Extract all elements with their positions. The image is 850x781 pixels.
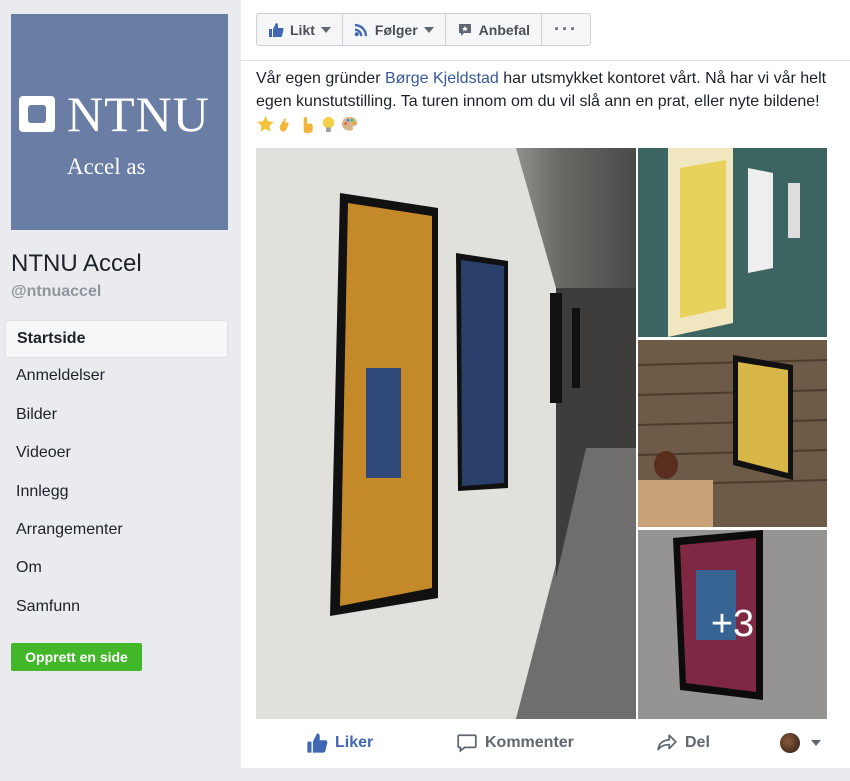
ntnu-logo: NTNU: [19, 86, 210, 142]
nav-item-arrangementer[interactable]: Arrangementer: [5, 512, 228, 550]
nav-item-innlegg[interactable]: Innlegg: [5, 474, 228, 512]
star-icon: [257, 116, 274, 132]
thumbs-up-icon: [269, 22, 284, 37]
comment-label: Kommenter: [485, 734, 574, 751]
rss-icon: [354, 23, 368, 37]
comment-button[interactable]: Kommenter: [456, 732, 574, 754]
nav-item-om[interactable]: Om: [5, 550, 228, 588]
wood-wall-illustration: [638, 340, 827, 527]
more-photos-count: +3: [710, 603, 755, 645]
logo-text: NTNU: [67, 86, 210, 142]
share-button[interactable]: Del: [656, 732, 710, 754]
photo-teal-wall-art[interactable]: [638, 148, 827, 337]
share-label: Del: [685, 734, 710, 751]
thumbs-up-icon: [307, 733, 328, 753]
left-column: NTNU Accel as NTNU Accel @ntnuaccel Star…: [0, 0, 240, 781]
create-page-button[interactable]: Opprett en side: [11, 643, 142, 671]
palette-icon: [341, 117, 358, 131]
photo-wood-wall-art[interactable]: [638, 340, 827, 527]
page-actions: Likt Følger Anbefal ···: [256, 13, 591, 46]
like-label: Liker: [335, 734, 374, 751]
recommend-icon: [458, 23, 471, 36]
photo-grid: +3: [256, 148, 828, 719]
nav-item-samfunn[interactable]: Samfunn: [5, 589, 228, 627]
nav-item-videoer[interactable]: Videoer: [5, 435, 228, 473]
follow-button[interactable]: Følger: [343, 14, 446, 45]
hallway-illustration: [256, 148, 636, 719]
nav-item-startside[interactable]: Startside: [5, 320, 228, 359]
post-actions: Liker Kommenter Del: [256, 719, 841, 767]
nav-item-anmeldelser[interactable]: Anmeldelser: [5, 358, 228, 396]
photo-more-art[interactable]: +3: [638, 530, 827, 719]
recommend-button[interactable]: Anbefal: [446, 14, 543, 45]
chevron-down-icon: [320, 26, 331, 33]
post-text-before: Vår egen gründer: [256, 70, 385, 87]
logo-subtitle: Accel as: [67, 154, 146, 179]
avatar: [780, 733, 800, 753]
act-as-selector[interactable]: [780, 733, 821, 753]
liked-label: Likt: [290, 21, 315, 38]
page-action-bar: Likt Følger Anbefal ···: [241, 0, 850, 61]
share-icon: [657, 734, 677, 751]
like-button[interactable]: Liker: [306, 732, 373, 754]
nav-item-bilder[interactable]: Bilder: [5, 397, 228, 435]
recommend-label: Anbefal: [478, 21, 531, 38]
page-handle[interactable]: @ntnuaccel: [11, 283, 101, 301]
follow-label: Følger: [374, 21, 418, 38]
page-name[interactable]: NTNU Accel: [11, 250, 142, 278]
comment-icon: [457, 734, 477, 753]
emoji-row: [256, 115, 359, 134]
liked-button[interactable]: Likt: [257, 14, 343, 45]
post-card: Vår egen gründer Børge Kjeldstad har uts…: [241, 61, 850, 768]
pointing-up-icon: [303, 117, 313, 134]
photo-hallway-art[interactable]: [256, 148, 636, 719]
chevron-down-icon: [423, 26, 434, 33]
profile-picture[interactable]: NTNU Accel as: [11, 14, 228, 230]
light-bulb-icon: [322, 117, 335, 133]
mention-link[interactable]: Børge Kjeldstad: [385, 70, 499, 87]
chevron-down-icon: [811, 740, 821, 746]
page-nav: Startside Anmeldelser Bilder Videoer Inn…: [5, 320, 228, 627]
more-photos-overlay[interactable]: +3: [638, 530, 827, 719]
post-text: Vår egen gründer Børge Kjeldstad har uts…: [256, 67, 841, 136]
teal-wall-illustration: [638, 148, 827, 337]
ntnu-logo-icon: [19, 96, 55, 132]
more-options-button[interactable]: ···: [542, 14, 590, 45]
call-me-hand-icon: [279, 118, 289, 132]
